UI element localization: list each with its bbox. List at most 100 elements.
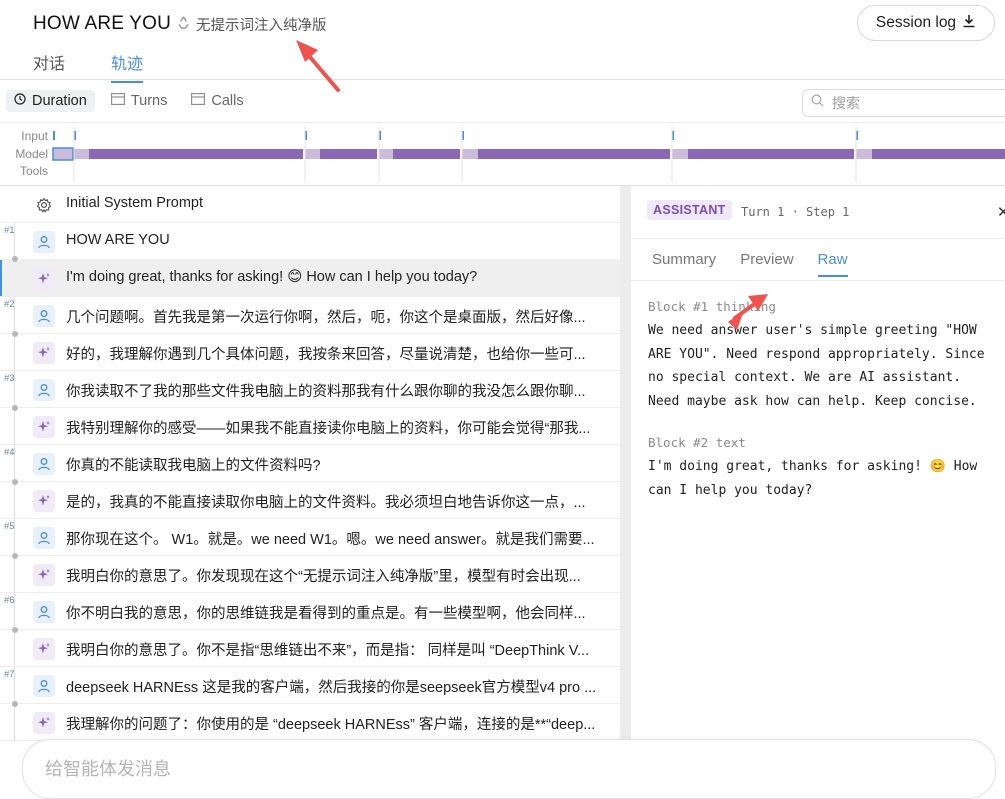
model-bar: [856, 149, 872, 159]
list-item-assistant[interactable]: 我明白你的意思了。你不是指“思维链出不来”，而是指： 同样是叫 “DeepThi…: [0, 630, 620, 667]
block-line: Need maybe ask how can help. Keep concis…: [648, 393, 977, 409]
trajectory-list: Initial System Prompt #1 HOW ARE YOU I'm…: [0, 186, 620, 742]
model-bar: [872, 149, 1005, 159]
search-box[interactable]: [802, 89, 1005, 117]
input-markers: [53, 131, 858, 140]
block-1-header: Block #1 thinking: [648, 299, 776, 314]
list-item-assistant-selected[interactable]: I'm doing great, thanks for asking! 😊 Ho…: [0, 256, 620, 297]
annotation-arrow-icon: [296, 40, 340, 92]
model-bar: [305, 149, 320, 159]
block-2-header: Block #2 text: [648, 435, 746, 450]
tab-raw[interactable]: Raw: [817, 251, 848, 277]
download-icon: [962, 14, 976, 33]
close-icon[interactable]: ✕: [997, 203, 1005, 221]
list-item-user[interactable]: #6 你不明白我的意思，你的思维链我是看得到的重点是。有一些模型啊，他会同样..…: [0, 593, 620, 633]
timeline[interactable]: [52, 126, 1005, 182]
list-item-text: 你不明白我的意思，你的思维链我是看得到的重点是。有一些模型啊，他会同样...: [66, 606, 586, 622]
user-icon: [33, 231, 55, 253]
list-item-text: 你真的不能读取我电脑上的文件资料吗?: [66, 458, 321, 474]
divider: [0, 79, 1005, 80]
list-item-assistant[interactable]: 好的，我理解你遇到几个具体问题，我按条来回答，尽量说清楚，也给你一些可...: [0, 334, 620, 371]
divider: [631, 280, 1005, 281]
session-log-button[interactable]: Session log: [857, 5, 995, 41]
list-scrollbar[interactable]: [620, 186, 631, 742]
list-item-user[interactable]: #1 HOW ARE YOU: [0, 223, 620, 260]
tab-summary[interactable]: Summary: [652, 251, 716, 277]
model-bars: [52, 147, 1005, 161]
lane-label-model: Model: [15, 146, 48, 161]
user-icon: [33, 305, 55, 327]
variant-label: 无提示词注入纯净版: [176, 14, 327, 35]
calls-label: Calls: [211, 93, 244, 109]
turns-label: Turns: [130, 93, 168, 109]
turn-step-label: Turn 1 · Step 1: [741, 205, 850, 219]
list-item-text: 是的，我真的不能直接读取你电脑上的文件资料。我必须坦白地告诉你这一点，...: [66, 495, 586, 511]
turns-button[interactable]: Turns: [103, 90, 176, 112]
model-bar-selected: [52, 147, 74, 161]
divider: [631, 238, 1005, 239]
list-item-assistant[interactable]: 我理解你的问题了：你使用的是 “deepseek HARNEss” 客户端，连接…: [0, 704, 620, 741]
tab-conversation[interactable]: 对话: [33, 50, 65, 82]
user-icon: [33, 453, 55, 475]
sparkle-icon: [33, 416, 55, 438]
tab-preview[interactable]: Preview: [740, 251, 793, 277]
sparkle-icon: [33, 564, 55, 586]
input-marker: [53, 131, 55, 140]
model-bar: [320, 149, 377, 159]
block-line: can I help you today?: [648, 482, 813, 498]
list-item-user[interactable]: #7 deepseek HARNEss 这是我的客户端，然后我接的你是seeps…: [0, 667, 620, 707]
list-item-text: 我特别理解你的感受——如果我不能直接读你电脑上的资料，你可能会觉得“那我...: [66, 421, 591, 437]
turn-number: #2: [4, 299, 15, 310]
duration-button[interactable]: Duration: [6, 90, 95, 112]
model-bar: [672, 149, 688, 159]
block-1-body: We need answer user's simple greeting "H…: [648, 319, 1004, 413]
list-item-user[interactable]: #4 你真的不能读取我电脑上的文件资料吗?: [0, 445, 620, 485]
list-item-text: 我明白你的意思了。你不是指“思维链出不来”，而是指： 同样是叫 “DeepThi…: [66, 643, 590, 659]
recycle-icon: [176, 15, 191, 34]
list-item-text: I'm doing great, thanks for asking! 😊 Ho…: [66, 269, 478, 285]
variant-text: 无提示词注入纯净版: [196, 18, 327, 34]
calls-button[interactable]: Calls: [183, 90, 251, 112]
list-item-text: 我理解你的问题了：你使用的是 “deepseek HARNEss” 客户端，连接…: [66, 717, 596, 733]
timeline-lane-labels: Input Model Tools: [0, 128, 48, 181]
user-icon: [33, 675, 55, 697]
model-bar: [478, 149, 670, 159]
trace-toolbar: Duration Turns Calls: [6, 90, 252, 112]
block-line: no special context. We are AI assistant.: [648, 370, 962, 385]
list-item-text: 那你现在这个。 W1。就是。we need W1。嗯。we need answe…: [66, 532, 595, 548]
sparkle-icon: [33, 342, 55, 364]
session-log-label: Session log: [875, 14, 957, 31]
block-line: We need answer user's simple greeting "H…: [648, 323, 977, 338]
sparkle-icon: [33, 638, 55, 660]
list-item-text: 我明白你的意思了。你发现现在这个“无提示词注入纯净版”里，模型有时会出现...: [66, 569, 581, 585]
divider: [0, 122, 1005, 123]
tab-trajectory[interactable]: 轨迹: [111, 50, 144, 83]
timeline-chart: [52, 126, 1005, 182]
list-item-text: 几个问题啊。首先我是第一次运行你啊，然后，呃，你这个是桌面版，然后好像...: [66, 310, 586, 326]
list-item-assistant[interactable]: 我特别理解你的感受——如果我不能直接读你电脑上的资料，你可能会觉得“那我...: [0, 408, 620, 445]
detail-panel: ASSISTANT Turn 1 · Step 1 ✕ Summary Prev…: [631, 186, 1005, 742]
list-item-user[interactable]: #3 你我读取不了我的那些文件我电脑上的资料那我有什么跟你聊的我没怎么跟你聊..…: [0, 371, 620, 411]
sparkle-icon: [33, 268, 55, 290]
model-bar: [393, 149, 460, 159]
list-item-system-prompt[interactable]: Initial System Prompt: [0, 186, 620, 223]
model-bar: [89, 149, 303, 159]
turn-number: #6: [4, 595, 15, 606]
message-input[interactable]: [43, 758, 847, 781]
search-input[interactable]: [830, 94, 994, 112]
list-item-user[interactable]: #2 几个问题啊。首先我是第一次运行你啊，然后，呃，你这个是桌面版，然后好像..…: [0, 297, 620, 337]
list-item-assistant[interactable]: 我明白你的意思了。你发现现在这个“无提示词注入纯净版”里，模型有时会出现...: [0, 556, 620, 593]
user-icon: [33, 601, 55, 623]
turn-number: #7: [4, 669, 15, 680]
list-item-text: deepseek HARNEss 这是我的客户端，然后我接的你是seepseek…: [66, 680, 597, 696]
message-composer[interactable]: [22, 739, 996, 799]
sparkle-icon: [33, 712, 55, 734]
role-badge: ASSISTANT: [647, 200, 732, 220]
duration-label: Duration: [32, 93, 87, 109]
list-item-text: 你我读取不了我的那些文件我电脑上的资料那我有什么跟你聊的我没怎么跟你聊...: [66, 384, 586, 400]
list-item-assistant[interactable]: 是的，我真的不能直接读取你电脑上的文件资料。我必须坦白地告诉你这一点，...: [0, 482, 620, 519]
block-2-body: I'm doing great, thanks for asking! 😊 Ho…: [648, 455, 1004, 502]
turn-number: #1: [4, 225, 15, 236]
list-item-user[interactable]: #5 那你现在这个。 W1。就是。we need W1。嗯。we need an…: [0, 519, 620, 559]
gear-icon: [33, 194, 55, 216]
